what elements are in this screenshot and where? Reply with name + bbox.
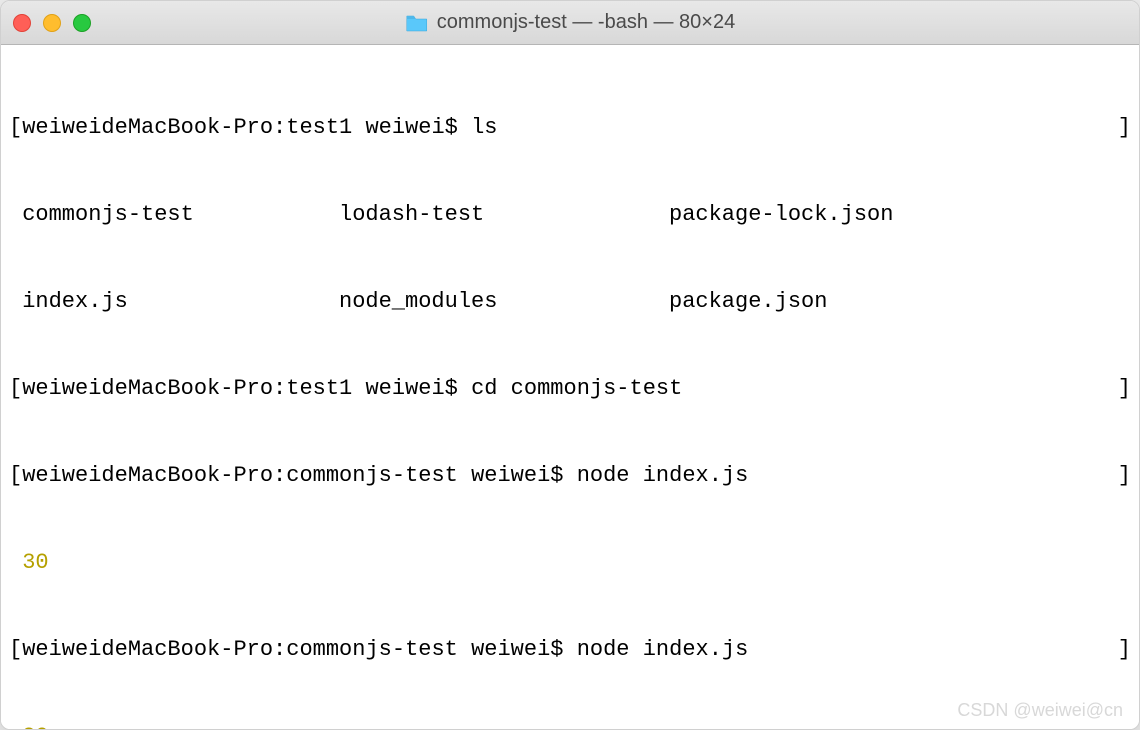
command-text: ls	[471, 115, 497, 140]
line-content: weiweideMacBook-Pro:test1 weiwei$ cd com…	[22, 374, 1118, 403]
ls-output-row: commonjs-testlodash-testpackage-lock.jso…	[9, 200, 1131, 229]
output-line: 30	[9, 722, 1131, 729]
minimize-button[interactable]	[43, 14, 61, 32]
window-title-container: commonjs-test — -bash — 80×24	[405, 11, 735, 34]
terminal-line: [weiweideMacBook-Pro:commonjs-test weiwe…	[9, 635, 1131, 664]
prompt-text: weiweideMacBook-Pro:commonjs-test weiwei…	[22, 463, 577, 488]
ls-item: lodash-test	[339, 200, 669, 229]
maximize-button[interactable]	[73, 14, 91, 32]
bracket-left: [	[9, 635, 22, 664]
bracket-right: ]	[1118, 374, 1131, 403]
command-text: node index.js	[577, 637, 749, 662]
bracket-left: [	[9, 113, 22, 142]
terminal-window: commonjs-test — -bash — 80×24 [weiweideM…	[0, 0, 1140, 730]
ls-item: package.json	[669, 287, 999, 316]
command-text: node index.js	[577, 463, 749, 488]
watermark: CSDN @weiwei@cn	[957, 700, 1123, 721]
bracket-left: [	[9, 374, 22, 403]
bracket-right: ]	[1118, 113, 1131, 142]
terminal-line: [weiweideMacBook-Pro:commonjs-test weiwe…	[9, 461, 1131, 490]
prompt-text: weiweideMacBook-Pro:test1 weiwei$	[22, 376, 471, 401]
prompt-text: weiweideMacBook-Pro:test1 weiwei$	[22, 115, 471, 140]
window-title: commonjs-test — -bash — 80×24	[437, 11, 735, 34]
bracket-right: ]	[1118, 461, 1131, 490]
terminal-body[interactable]: [weiweideMacBook-Pro:test1 weiwei$ ls] c…	[1, 45, 1139, 729]
prompt-text: weiweideMacBook-Pro:commonjs-test weiwei…	[22, 637, 577, 662]
ls-item: commonjs-test	[9, 200, 339, 229]
bracket-left: [	[9, 461, 22, 490]
traffic-lights	[13, 14, 91, 32]
titlebar[interactable]: commonjs-test — -bash — 80×24	[1, 1, 1139, 45]
line-content: weiweideMacBook-Pro:commonjs-test weiwei…	[22, 635, 1118, 664]
bracket-right: ]	[1118, 635, 1131, 664]
line-content: weiweideMacBook-Pro:test1 weiwei$ ls	[22, 113, 1118, 142]
output-line: 30	[9, 548, 1131, 577]
terminal-line: [weiweideMacBook-Pro:test1 weiwei$ cd co…	[9, 374, 1131, 403]
line-content: weiweideMacBook-Pro:commonjs-test weiwei…	[22, 461, 1118, 490]
ls-item: package-lock.json	[669, 200, 999, 229]
folder-icon	[405, 13, 429, 33]
command-text: cd commonjs-test	[471, 376, 682, 401]
ls-item: node_modules	[339, 287, 669, 316]
ls-item: index.js	[9, 287, 339, 316]
ls-output-row: index.jsnode_modulespackage.json	[9, 287, 1131, 316]
close-button[interactable]	[13, 14, 31, 32]
terminal-line: [weiweideMacBook-Pro:test1 weiwei$ ls]	[9, 113, 1131, 142]
